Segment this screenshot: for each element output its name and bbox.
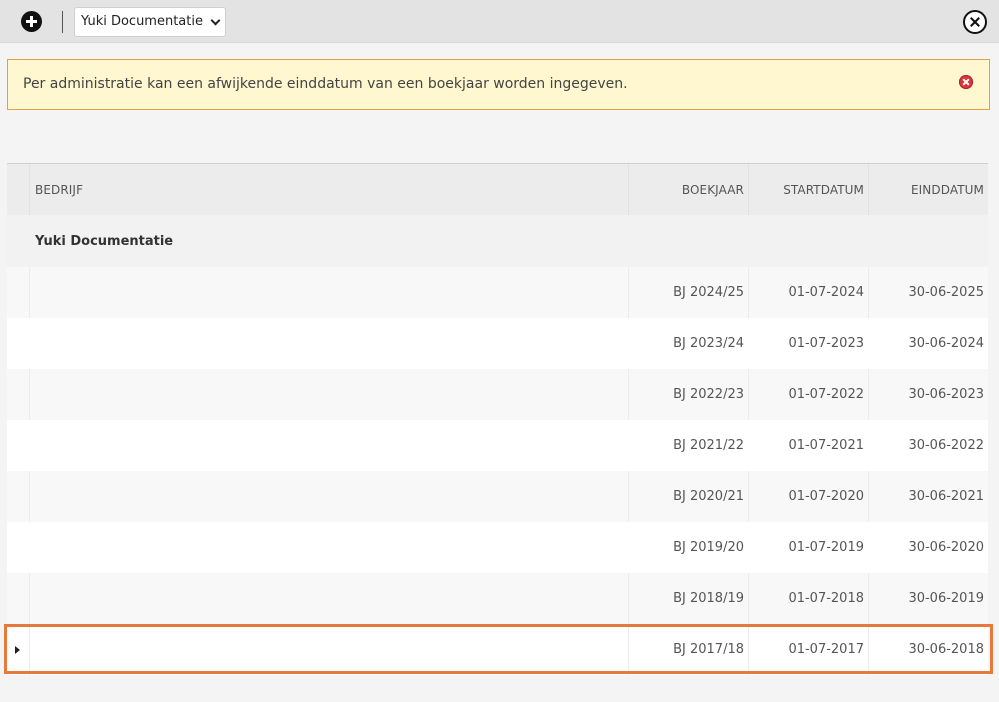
table-row-selected[interactable]: BJ 2017/18 01-07-2017 30-06-2018 xyxy=(7,624,988,675)
column-header-company[interactable]: BEDRIJF xyxy=(30,164,629,215)
row-end-date: 30-06-2020 xyxy=(908,540,984,555)
row-company xyxy=(30,267,629,318)
group-label: Yuki Documentatie xyxy=(35,233,174,249)
row-company xyxy=(30,522,629,573)
close-circle-icon[interactable] xyxy=(963,10,987,34)
header-gutter xyxy=(7,164,30,215)
table-group-row: Yuki Documentatie xyxy=(7,215,988,267)
row-company xyxy=(30,318,629,369)
table-row[interactable]: BJ 2018/19 01-07-2018 30-06-2019 xyxy=(7,573,988,624)
row-gutter xyxy=(7,522,30,573)
row-start-date: 01-07-2023 xyxy=(788,336,864,351)
row-gutter xyxy=(7,318,30,369)
row-year: BJ 2017/18 xyxy=(629,624,749,675)
row-start-date: 01-07-2018 xyxy=(749,573,869,624)
row-gutter xyxy=(7,369,30,420)
column-header-start[interactable]: STARTDATUM xyxy=(749,164,869,215)
row-gutter xyxy=(7,267,30,318)
table-row[interactable]: BJ 2024/25 01-07-2024 30-06-2025 xyxy=(7,267,988,318)
row-start-date: 01-07-2020 xyxy=(749,471,869,522)
notice-text: Per administratie kan een afwijkende ein… xyxy=(23,76,628,92)
row-end-date: 30-06-2023 xyxy=(908,387,984,402)
info-notice: Per administratie kan een afwijkende ein… xyxy=(7,59,990,110)
row-gutter xyxy=(7,573,30,624)
plus-circle-icon[interactable] xyxy=(21,11,42,32)
row-end-date: 30-06-2024 xyxy=(908,336,984,351)
table-row[interactable]: BJ 2023/24 01-07-2023 30-06-2024 xyxy=(7,318,988,369)
toolbar: Yuki Documentatie xyxy=(0,0,999,43)
row-gutter xyxy=(7,624,30,675)
company-selector-value: Yuki Documentatie xyxy=(81,14,203,29)
row-company xyxy=(30,624,629,675)
row-year: BJ 2020/21 xyxy=(629,471,749,522)
chevron-right-icon[interactable] xyxy=(15,645,20,654)
chevron-down-icon xyxy=(210,15,221,26)
row-start-date: 01-07-2019 xyxy=(788,540,864,555)
row-year: BJ 2024/25 xyxy=(629,267,749,318)
table-header-row: BEDRIJF BOEKJAAR STARTDATUM EINDDATUM xyxy=(7,164,988,215)
row-start-date: 01-07-2017 xyxy=(749,624,869,675)
row-gutter xyxy=(7,471,30,522)
row-year: BJ 2018/19 xyxy=(629,573,749,624)
row-company xyxy=(30,420,629,471)
table-row[interactable]: BJ 2019/20 01-07-2019 30-06-2020 xyxy=(7,522,988,573)
row-end-date: 30-06-2018 xyxy=(908,642,984,657)
row-gutter xyxy=(7,420,30,471)
row-start-date: 01-07-2021 xyxy=(788,438,864,453)
table-row[interactable]: BJ 2022/23 01-07-2022 30-06-2023 xyxy=(7,369,988,420)
row-end-date: 30-06-2019 xyxy=(908,591,984,606)
row-year: BJ 2021/22 xyxy=(673,438,744,453)
row-end-date: 30-06-2025 xyxy=(908,285,984,300)
row-year: BJ 2019/20 xyxy=(673,540,744,555)
row-year: BJ 2022/23 xyxy=(629,369,749,420)
row-end-date: 30-06-2021 xyxy=(908,489,984,504)
row-end-date: 30-06-2022 xyxy=(908,438,984,453)
table-row[interactable]: BJ 2020/21 01-07-2020 30-06-2021 xyxy=(7,471,988,522)
row-start-date: 01-07-2022 xyxy=(749,369,869,420)
row-company xyxy=(30,369,629,420)
toolbar-divider xyxy=(62,11,63,33)
fiscal-years-table: BEDRIJF BOEKJAAR STARTDATUM EINDDATUM Yu… xyxy=(7,163,988,675)
company-selector[interactable]: Yuki Documentatie xyxy=(74,7,226,37)
row-company xyxy=(30,471,629,522)
close-circle-icon[interactable] xyxy=(959,75,973,89)
row-year: BJ 2023/24 xyxy=(673,336,744,351)
column-header-year[interactable]: BOEKJAAR xyxy=(629,164,749,215)
table-row[interactable]: BJ 2021/22 01-07-2021 30-06-2022 xyxy=(7,420,988,471)
column-header-end[interactable]: EINDDATUM xyxy=(869,164,988,215)
row-start-date: 01-07-2024 xyxy=(749,267,869,318)
row-company xyxy=(30,573,629,624)
